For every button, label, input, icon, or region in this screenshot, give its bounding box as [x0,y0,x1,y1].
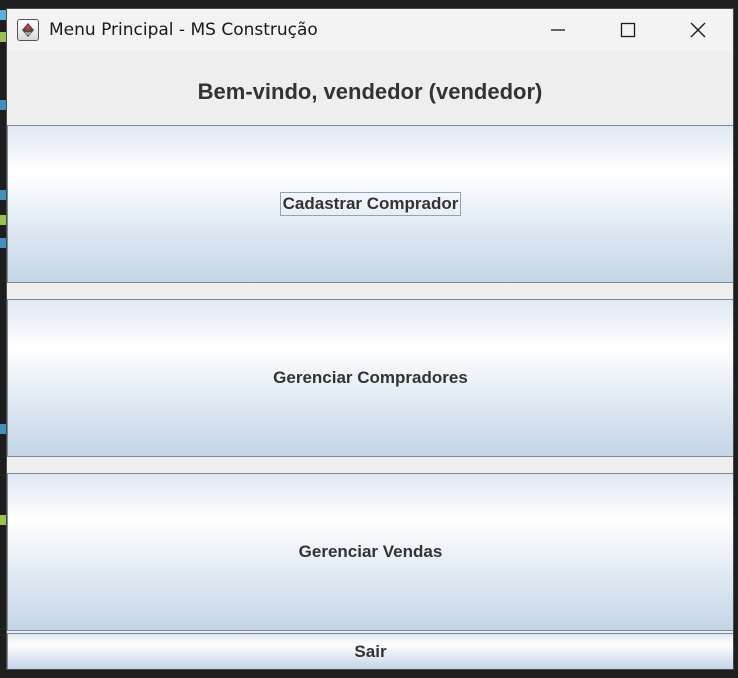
manage-buyers-label: Gerenciar Compradores [273,368,468,387]
window-title: Menu Principal - MS Construção [49,20,318,40]
title-bar[interactable]: Menu Principal - MS Construção [7,9,733,51]
minimize-icon [551,29,565,31]
register-buyer-label: Cadastrar Comprador [279,192,462,216]
main-menu-window: Menu Principal - MS Construção Bem-vindo… [6,8,734,670]
menu-content: Bem-vindo, vendedor (vendedor) Cadastrar… [7,51,733,669]
manage-sales-label: Gerenciar Vendas [298,542,443,561]
java-app-icon [17,19,39,41]
exit-label: Sair [354,641,387,661]
close-icon [690,22,706,38]
maximize-icon [620,22,636,38]
minimize-button[interactable] [523,9,593,51]
register-buyer-button[interactable]: Cadastrar Comprador [7,125,733,283]
welcome-heading: Bem-vindo, vendedor (vendedor) [197,79,543,104]
manage-sales-button[interactable]: Gerenciar Vendas [7,473,733,631]
exit-button[interactable]: Sair [7,633,733,669]
manage-buyers-button[interactable]: Gerenciar Compradores [7,299,733,457]
maximize-button[interactable] [593,9,663,51]
close-button[interactable] [663,9,733,51]
